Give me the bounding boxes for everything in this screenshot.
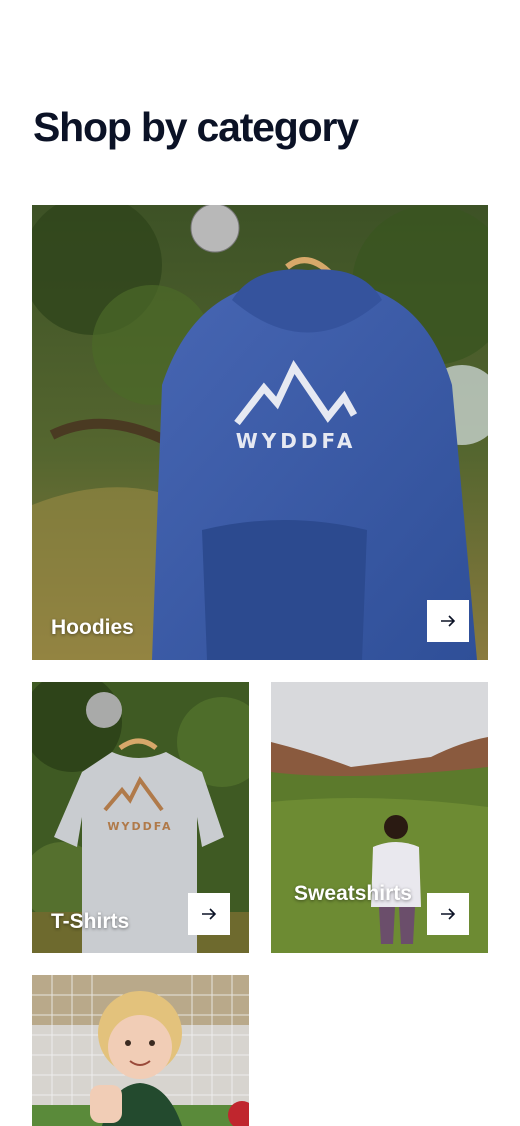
kids-photo <box>32 975 249 1126</box>
sweatshirts-arrow-button[interactable] <box>427 893 469 935</box>
category-card-tshirts[interactable]: WYDDFA T-Shirts <box>32 682 249 953</box>
hoodie-photo: WYDDFA <box>32 205 488 660</box>
category-card-hoodies[interactable]: WYDDFA Hoodies <box>32 205 488 660</box>
hoodie-print-text: WYDDFA <box>236 429 357 453</box>
category-card-kids[interactable] <box>32 975 249 1126</box>
arrow-right-icon <box>202 908 217 920</box>
category-label-tshirts: T-Shirts <box>51 910 130 933</box>
arrow-right-icon <box>441 908 456 920</box>
page-title: Shop by category <box>33 104 359 150</box>
hoodies-arrow-button[interactable] <box>427 600 469 642</box>
category-label-hoodies: Hoodies <box>51 616 134 639</box>
arrow-right-icon <box>441 615 456 627</box>
tshirts-arrow-button[interactable] <box>188 893 230 935</box>
tshirt-print-text: WYDDFA <box>107 820 172 833</box>
category-card-sweatshirts[interactable]: Sweatshirts <box>271 682 488 953</box>
category-label-sweatshirts: Sweatshirts <box>294 882 412 905</box>
